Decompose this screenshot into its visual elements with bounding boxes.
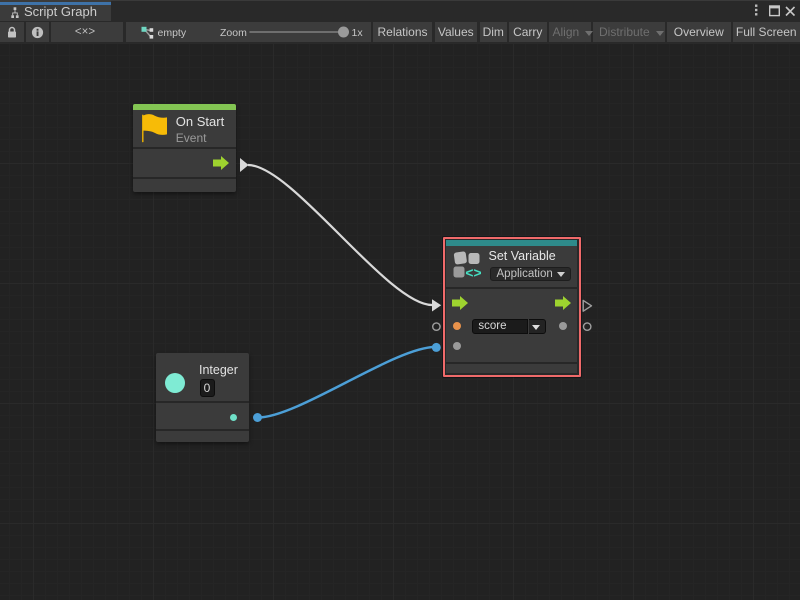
svg-text:<>: <>: [465, 265, 481, 280]
